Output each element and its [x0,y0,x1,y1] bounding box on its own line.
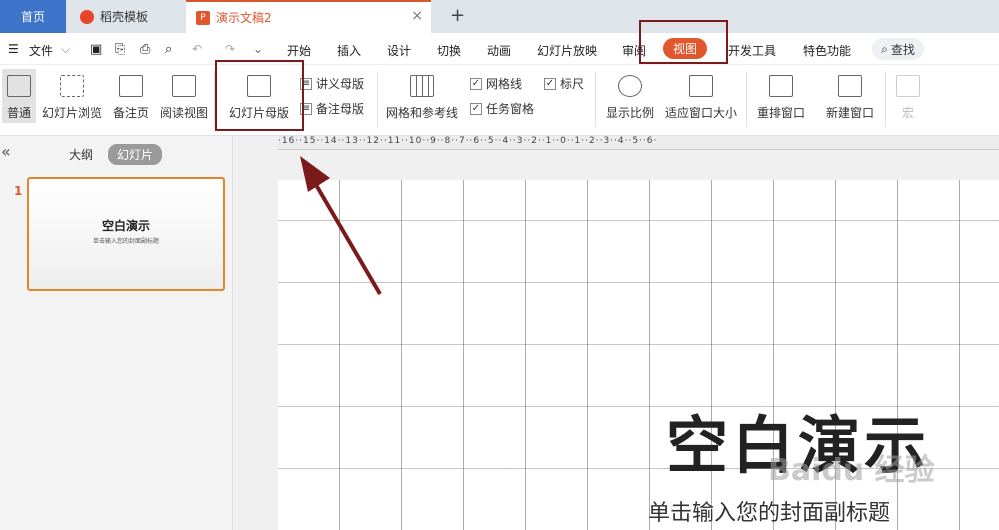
print-preview-icon[interactable]: ⌕ [165,42,172,57]
slide-browse-label: 幻灯片浏览 [42,106,103,120]
divider [746,71,747,127]
fit-window-button[interactable]: 适应窗口大小 [665,75,737,121]
close-tab-icon[interactable]: × [411,8,423,24]
book-icon [172,75,196,97]
tab-home[interactable]: 首页 [0,0,66,33]
tab-document-label: 演示文稿2 [216,11,272,25]
macro-icon [896,75,920,97]
task-pane-checkbox[interactable]: ✓ 任务窗格 [470,100,534,117]
notes-page-label: 备注页 [113,106,150,120]
menu-insert[interactable]: 插入 [337,42,361,59]
menu-special[interactable]: 特色功能 [803,42,851,59]
menu-transition[interactable]: 切换 [437,42,461,59]
macro-button[interactable]: 宏 [896,75,920,121]
macro-label: 宏 [901,106,914,120]
handout-master-label: 讲义母版 [316,77,365,91]
print-icon[interactable]: ⎙ [140,42,150,57]
slide-subtitle[interactable]: 单击输入您的封面副标题 [648,495,890,527]
ruler-checkbox[interactable]: ✓ 标尺 [544,75,584,92]
tab-template[interactable]: 稻壳模板 [68,0,184,33]
menu-design[interactable]: 设计 [387,42,411,59]
grid-guides-button[interactable]: 网格和参考线 [386,75,458,121]
menu-developer[interactable]: 开发工具 [728,42,776,59]
search-button[interactable]: ⌕ 查找 [872,38,924,60]
task-pane-label: 任务窗格 [486,102,535,116]
handout-master-button[interactable]: ≡ 讲义母版 [300,75,364,92]
ribbon: 普通 幻灯片浏览 备注页 阅读视图 幻灯片母版 ≡ 讲义母版 ≡ 备注母版 网格… [0,65,999,136]
checkbox-checked-icon: ✓ [470,77,482,90]
new-window-icon [838,75,862,97]
tab-outline[interactable]: 大纲 [69,146,93,163]
menu-start[interactable]: 开始 [287,42,311,59]
save-icon[interactable]: ▣ [90,42,102,57]
menu-slideshow[interactable]: 幻灯片放映 [537,42,597,59]
annotation-arrow-icon [300,156,382,296]
zoom-button[interactable]: 显示比例 [606,75,654,121]
menu-bar: ☰ 文件 ⌵ ▣ ⎘ ⎙ ⌕ ↶ ↷ ⌄ 开始 插入 设计 切换 动画 幻灯片放… [0,33,999,65]
view-highlight-box [639,20,728,64]
reading-view-button[interactable]: 阅读视图 [160,75,208,121]
normal-view-label: 普通 [6,106,31,120]
search-label: 查找 [890,42,915,57]
new-window-label: 新建窗口 [826,106,875,120]
divider [377,71,378,127]
file-menu[interactable]: 文件 [29,42,53,59]
normal-view-button[interactable]: 普通 [4,75,34,121]
zoom-label: 显示比例 [606,106,655,120]
thumbnail-title: 空白演示 [101,219,150,233]
checkbox-checked-icon: ✓ [470,102,482,115]
normal-view-icon [7,75,31,97]
slide-thumbnail[interactable]: 空白演示 单击输入您的封面副标题 [27,177,225,291]
tab-bar: 首页 稻壳模板 P 演示文稿2 × + [0,0,999,33]
export-icon[interactable]: ⎘ [115,42,125,57]
search-icon: ⌕ [881,41,888,56]
tab-template-label: 稻壳模板 [100,10,149,24]
more-icon[interactable]: ⌄ [253,42,263,56]
slide-sorter-icon [60,75,84,97]
notes-master-button[interactable]: ≡ 备注母版 [300,100,364,117]
notes-page-button[interactable]: 备注页 [113,75,149,121]
slides-panel: « 大纲 幻灯片 1 空白演示 单击输入您的封面副标题 [0,136,233,530]
rearrange-window-label: 重排窗口 [757,106,806,120]
add-tab-icon[interactable]: + [450,5,465,26]
zoom-icon [618,75,642,97]
undo-icon[interactable]: ↶ [192,42,202,56]
rearrange-window-button[interactable]: 重排窗口 [757,75,805,121]
notes-master-label: 备注母版 [316,102,365,116]
redo-icon[interactable]: ↷ [225,42,235,56]
ruler-label: 标尺 [560,77,585,91]
gridlines-checkbox[interactable]: ✓ 网格线 [470,75,522,92]
fit-window-icon [689,75,713,97]
hamburger-icon[interactable]: ☰ [8,42,19,56]
reading-view-label: 阅读视图 [160,106,209,120]
grid-icon [410,75,434,97]
thumbnail-subtitle: 单击输入您的封面副标题 [92,238,159,245]
menu-animation[interactable]: 动画 [487,42,511,59]
notes-page-icon [119,75,143,97]
slide-number: 1 [14,184,23,198]
collapse-panel-icon[interactable]: « [1,142,11,161]
tab-slides[interactable]: 幻灯片 [108,144,163,165]
grid-guides-label: 网格和参考线 [386,106,459,120]
fit-window-label: 适应窗口大小 [665,106,738,120]
slide-browse-button[interactable]: 幻灯片浏览 [42,75,102,121]
new-window-button[interactable]: 新建窗口 [826,75,874,121]
watermark-logo: Baidu 经验 [768,453,935,488]
rearrange-window-icon [769,75,793,97]
horizontal-ruler: ·16··15··14··13··12··11··10··9··8··7··6·… [278,136,999,150]
gridlines-label: 网格线 [486,77,523,91]
divider [595,71,596,127]
chevron-down-icon[interactable]: ⌵ [61,42,70,57]
divider [885,71,886,127]
slide-master-highlight-box [215,60,304,131]
presentation-icon: P [196,10,210,25]
tab-document[interactable]: P 演示文稿2 × [186,0,431,33]
checkbox-checked-icon: ✓ [544,77,556,90]
docer-logo-icon [80,9,94,24]
tab-home-label: 首页 [20,10,45,24]
